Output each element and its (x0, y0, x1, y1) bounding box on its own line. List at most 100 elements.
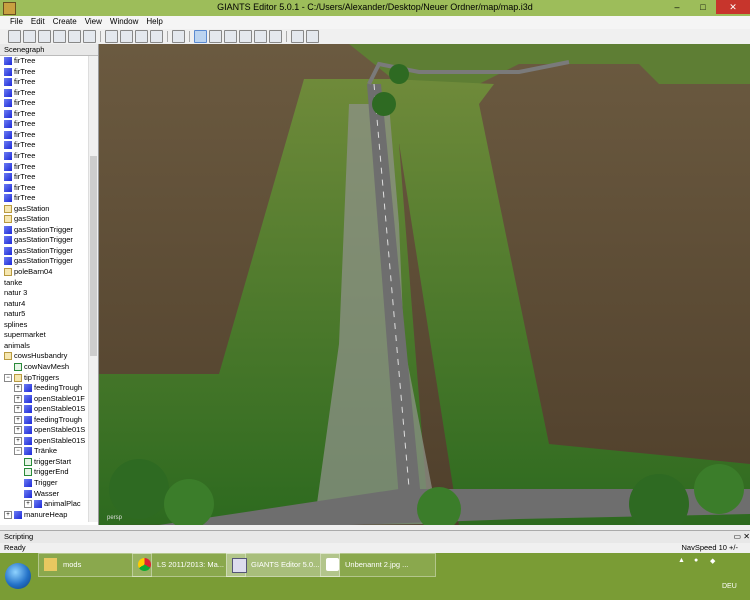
redo-icon[interactable] (135, 30, 148, 43)
tree-item[interactable]: natur4 (0, 299, 25, 309)
tree-item[interactable]: firTree (0, 98, 35, 108)
terrain-info-icon[interactable] (269, 30, 282, 43)
expand-toggle-icon[interactable]: + (14, 384, 22, 393)
tree-item[interactable]: − tipTriggers (0, 373, 59, 383)
tree-item[interactable]: + manureHeap (0, 510, 67, 520)
menu-file[interactable]: File (6, 16, 27, 29)
tree-item[interactable]: firTree (0, 77, 35, 87)
close-button[interactable]: ✕ (716, 0, 750, 14)
tree-item[interactable]: poleBarn04 (0, 267, 52, 277)
menu-create[interactable]: Create (49, 16, 81, 29)
settings-icon[interactable] (291, 30, 304, 43)
tree-item[interactable]: gasStationTrigger (0, 256, 73, 266)
tree-item[interactable]: firTree (0, 162, 35, 172)
tree-item[interactable]: firTree (0, 193, 35, 203)
tree-item[interactable]: − Tränke (0, 446, 57, 456)
select-tool-icon[interactable] (194, 30, 207, 43)
tree-item[interactable]: + openStable01S (0, 436, 85, 446)
scenegraph-scrollbar[interactable] (88, 56, 98, 522)
foliage-paint-icon[interactable] (254, 30, 267, 43)
tree-item[interactable]: + feedingTrough (0, 415, 82, 425)
tree-item[interactable]: firTree (0, 140, 35, 150)
language-indicator[interactable]: DEU (722, 583, 737, 590)
volume-icon[interactable]: ◆ (710, 557, 715, 565)
expand-toggle-icon[interactable]: − (14, 447, 22, 456)
grid-icon[interactable] (83, 30, 96, 43)
tree-item[interactable]: Trigger (0, 478, 57, 488)
taskbar-item-paint[interactable]: Unbenannt 2.jpg ... (320, 553, 436, 577)
tree-item[interactable]: gasStationTrigger (0, 225, 73, 235)
tree-item-label: firTree (14, 193, 36, 203)
tree-item[interactable]: firTree (0, 183, 35, 193)
tree-item[interactable]: + openStable01S (0, 425, 85, 435)
import-icon[interactable] (68, 30, 81, 43)
new-file-icon[interactable] (8, 30, 21, 43)
cube-icon (4, 173, 12, 182)
tree-item[interactable]: firTree (0, 172, 35, 182)
open-file-icon[interactable] (23, 30, 36, 43)
tree-item[interactable]: triggerStart (0, 457, 71, 467)
tree-item[interactable]: gasStation (0, 204, 49, 214)
tree-item[interactable]: triggerEnd (0, 467, 69, 477)
tree-item[interactable]: firTree (0, 119, 35, 129)
tree-item[interactable]: firTree (0, 56, 35, 66)
tree-item[interactable]: + animalPlac (0, 499, 81, 509)
tree-item[interactable]: animals (0, 341, 30, 351)
tree-item[interactable]: supermarket (0, 330, 46, 340)
expand-toggle-icon[interactable]: + (14, 436, 22, 445)
start-button[interactable] (5, 563, 31, 589)
cube-icon (24, 436, 32, 445)
tree-item[interactable]: splines (0, 320, 27, 330)
tray-expand-icon[interactable]: ▲ (678, 557, 685, 564)
tree-item[interactable]: firTree (0, 130, 35, 140)
tree-item[interactable]: firTree (0, 151, 35, 161)
tree-item[interactable]: firTree (0, 109, 35, 119)
tree-item[interactable]: gasStationTrigger (0, 246, 73, 256)
tree-item[interactable]: natur5 (0, 309, 25, 319)
expand-toggle-icon[interactable]: + (24, 500, 32, 509)
magnet-icon[interactable] (209, 30, 222, 43)
maximize-button[interactable]: □ (690, 0, 716, 14)
tree-item[interactable]: Wasser (0, 489, 59, 499)
terrain-paint-icon[interactable] (239, 30, 252, 43)
menu-help[interactable]: Help (142, 16, 166, 29)
expand-toggle-icon[interactable]: + (14, 415, 22, 424)
expand-toggle-icon[interactable]: + (14, 405, 22, 414)
tree-item[interactable]: cowsHusbandry (0, 351, 67, 361)
tree-item[interactable]: gasStation (0, 214, 49, 224)
tree-item[interactable]: firTree (0, 88, 35, 98)
minimize-button[interactable]: – (664, 0, 690, 14)
scrollbar-thumb[interactable] (90, 156, 97, 356)
group-icon (4, 204, 12, 213)
tree-item[interactable]: gasStationTrigger (0, 235, 73, 245)
tree-item[interactable]: firTree (0, 67, 35, 77)
menu-view[interactable]: View (81, 16, 106, 29)
save-icon[interactable] (38, 30, 51, 43)
expand-toggle-icon[interactable]: + (14, 426, 22, 435)
tree-item-label: animalPlac (44, 499, 81, 509)
tree-item[interactable]: tanke (0, 278, 22, 288)
toolbar-separator (189, 31, 190, 42)
tree-item-label: cowsHusbandry (14, 351, 68, 361)
play-icon[interactable] (172, 30, 185, 43)
expand-toggle-icon[interactable]: − (4, 373, 12, 382)
rotate-icon[interactable] (150, 30, 163, 43)
network-icon[interactable]: ● (694, 557, 698, 564)
tree-item[interactable]: + openStable01F (0, 394, 85, 404)
render-settings-icon[interactable] (306, 30, 319, 43)
move-tool-icon[interactable] (105, 30, 118, 43)
tree-item[interactable]: + openStable01S (0, 404, 85, 414)
expand-toggle-icon[interactable]: + (14, 394, 22, 403)
export-icon[interactable] (53, 30, 66, 43)
menu-window[interactable]: Window (106, 16, 142, 29)
tree-item[interactable]: cowNavMesh (0, 362, 69, 372)
tree (694, 464, 744, 514)
undo-icon[interactable] (120, 30, 133, 43)
scripting-panel-buttons[interactable]: ▭ ✕ (734, 531, 750, 543)
tree-item[interactable]: natur 3 (0, 288, 27, 298)
terrain-sculpt-icon[interactable] (224, 30, 237, 43)
expand-toggle-icon[interactable]: + (4, 510, 12, 519)
tree-item[interactable]: + feedingTrough (0, 383, 82, 393)
menu-edit[interactable]: Edit (27, 16, 49, 29)
viewport-3d[interactable]: persp (99, 44, 750, 525)
